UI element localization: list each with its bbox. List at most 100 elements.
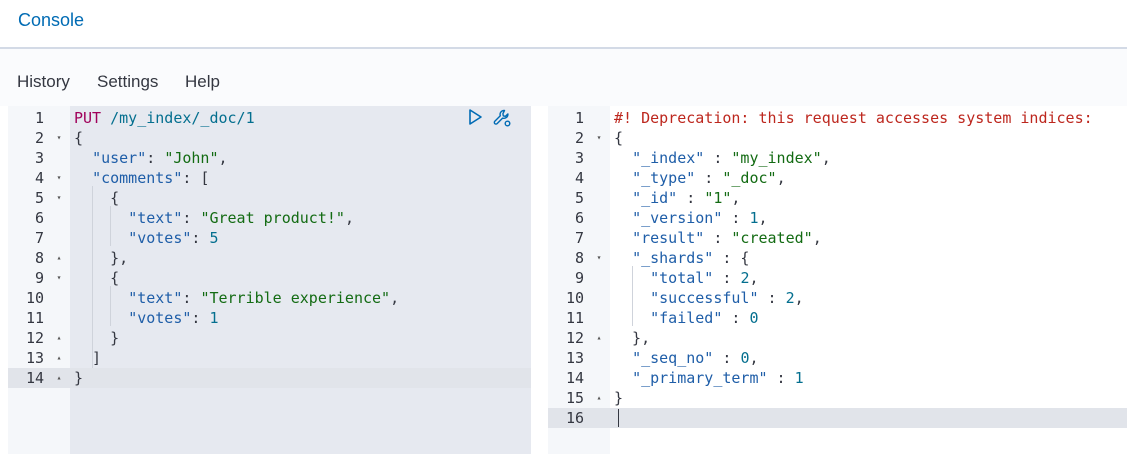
line-number-text: 10 — [565, 289, 584, 307]
code-token: } — [74, 369, 84, 387]
fold-arrow-up-icon[interactable]: ▴ — [54, 248, 64, 268]
line-number: 15 ▴ — [548, 388, 610, 408]
code-token: "successful" — [650, 289, 759, 307]
fold-arrow-down-icon[interactable]: ▾ — [54, 128, 64, 148]
code-token: "_doc" — [722, 169, 777, 187]
code-token: "votes" — [128, 229, 192, 247]
line-number: 14 — [548, 368, 610, 388]
fold-arrow-down-icon[interactable]: ▾ — [54, 268, 64, 288]
code-token: , — [821, 149, 831, 167]
history-menu-item[interactable]: History — [17, 71, 70, 93]
fold-arrow-up-icon[interactable]: ▴ — [54, 368, 64, 388]
code-token: , — [749, 269, 759, 287]
line-number: 1 — [8, 108, 70, 128]
line-number-text: 9 — [574, 269, 584, 287]
code-token: , — [731, 189, 741, 207]
code-token: } — [74, 329, 120, 347]
line-number: 7 — [8, 228, 70, 248]
fold-arrow-up-icon[interactable]: ▴ — [594, 328, 604, 348]
code-token: , — [218, 149, 228, 167]
tab-bar: Console — [0, 0, 1127, 51]
console-menu: History Settings Help — [0, 49, 1127, 106]
line-number-text: 8 — [574, 249, 584, 267]
code-token: { — [74, 189, 120, 207]
line-number: 1 — [548, 108, 610, 128]
line-number: 8 ▴ — [8, 248, 70, 268]
code-token: : [ — [182, 169, 210, 187]
code-token: : — [191, 309, 210, 327]
code-token: "failed" — [650, 309, 723, 327]
request-editor[interactable]: 1 2 ▾ 3 4 ▾ 5 ▾ 6 7 8 ▴ 9 ▾ 10 11 12 ▴ 13 ▴ 14 ▴ PUT /my_inde… — [8, 106, 531, 454]
text-cursor — [618, 409, 619, 427]
tab-console[interactable]: Console — [0, 0, 114, 51]
line-number: 5 — [548, 188, 610, 208]
line-number: 2 ▾ — [8, 128, 70, 148]
code-line: { — [70, 268, 531, 288]
line-number: 13 ▴ — [8, 348, 70, 368]
code-token: : — [677, 189, 705, 207]
code-line: "_index" : "my_index", — [610, 148, 1127, 168]
code-token: , — [390, 289, 400, 307]
response-editor[interactable]: 1 2 ▾ 3 4 5 6 7 8 ▾ 9 10 11 12 ▴ 13 14 15 ▴ 16 #! Deprecati… — [548, 106, 1127, 454]
line-number-text: 12 — [565, 329, 584, 347]
line-number-text: 4 — [574, 169, 584, 187]
line-number-text: 6 — [574, 209, 584, 227]
code-line: "_type" : "_doc", — [610, 168, 1127, 188]
code-token: : — [191, 229, 210, 247]
code-line — [610, 408, 1127, 428]
line-number-text: 7 — [574, 229, 584, 247]
fold-arrow-down-icon[interactable]: ▾ — [54, 168, 64, 188]
fold-arrow-up-icon[interactable]: ▴ — [594, 388, 604, 408]
response-code-area[interactable]: #! Deprecation: this request accesses sy… — [610, 106, 1127, 454]
code-token: } — [614, 389, 624, 407]
fold-arrow-up-icon[interactable]: ▴ — [54, 328, 64, 348]
line-number: 11 — [548, 308, 610, 328]
code-token: , — [344, 209, 354, 227]
fold-arrow-up-icon[interactable]: ▴ — [54, 348, 64, 368]
code-line: "_shards" : { — [610, 248, 1127, 268]
line-number-text: 2 — [34, 129, 44, 147]
code-token: 1 — [749, 209, 759, 227]
code-token: : — [722, 309, 750, 327]
help-menu-item[interactable]: Help — [185, 71, 220, 93]
fold-arrow-down-icon[interactable]: ▾ — [594, 128, 604, 148]
settings-menu-item[interactable]: Settings — [97, 71, 158, 93]
fold-arrow-down-icon[interactable]: ▾ — [594, 248, 604, 268]
code-token: "text" — [128, 289, 183, 307]
code-token: "_primary_term" — [632, 369, 768, 387]
line-number-text: 1 — [574, 109, 584, 127]
line-number-text: 6 — [34, 209, 44, 227]
line-number-text: 5 — [34, 189, 44, 207]
wrench-icon[interactable] — [492, 108, 511, 127]
code-token: : — [182, 289, 201, 307]
code-token: 1 — [209, 309, 219, 327]
code-token: { — [74, 129, 84, 147]
line-number-text: 10 — [25, 289, 44, 307]
code-token: "Terrible experience" — [200, 289, 391, 307]
code-token: 5 — [209, 229, 219, 247]
code-line: "comments": [ — [70, 168, 531, 188]
code-line: "_primary_term" : 1 — [610, 368, 1127, 388]
fold-arrow-down-icon[interactable]: ▾ — [54, 188, 64, 208]
line-number-text: 15 — [565, 389, 584, 407]
line-number: 9 — [548, 268, 610, 288]
line-number: 3 — [8, 148, 70, 168]
code-token: : — [713, 269, 741, 287]
line-number: 11 — [8, 308, 70, 328]
code-line: "_version" : 1, — [610, 208, 1127, 228]
code-line: } — [70, 368, 531, 388]
play-icon[interactable] — [466, 108, 484, 126]
code-token: "_id" — [632, 189, 678, 207]
line-number-text: 3 — [34, 149, 44, 167]
line-number: 12 ▴ — [548, 328, 610, 348]
code-line: #! Deprecation: this request accesses sy… — [610, 108, 1127, 128]
code-token: : — [722, 209, 750, 227]
code-line: PUT /my_index/_doc/1 — [70, 108, 531, 128]
request-code-area[interactable]: PUT /my_index/_doc/1{ "user": "John", "c… — [70, 106, 531, 454]
